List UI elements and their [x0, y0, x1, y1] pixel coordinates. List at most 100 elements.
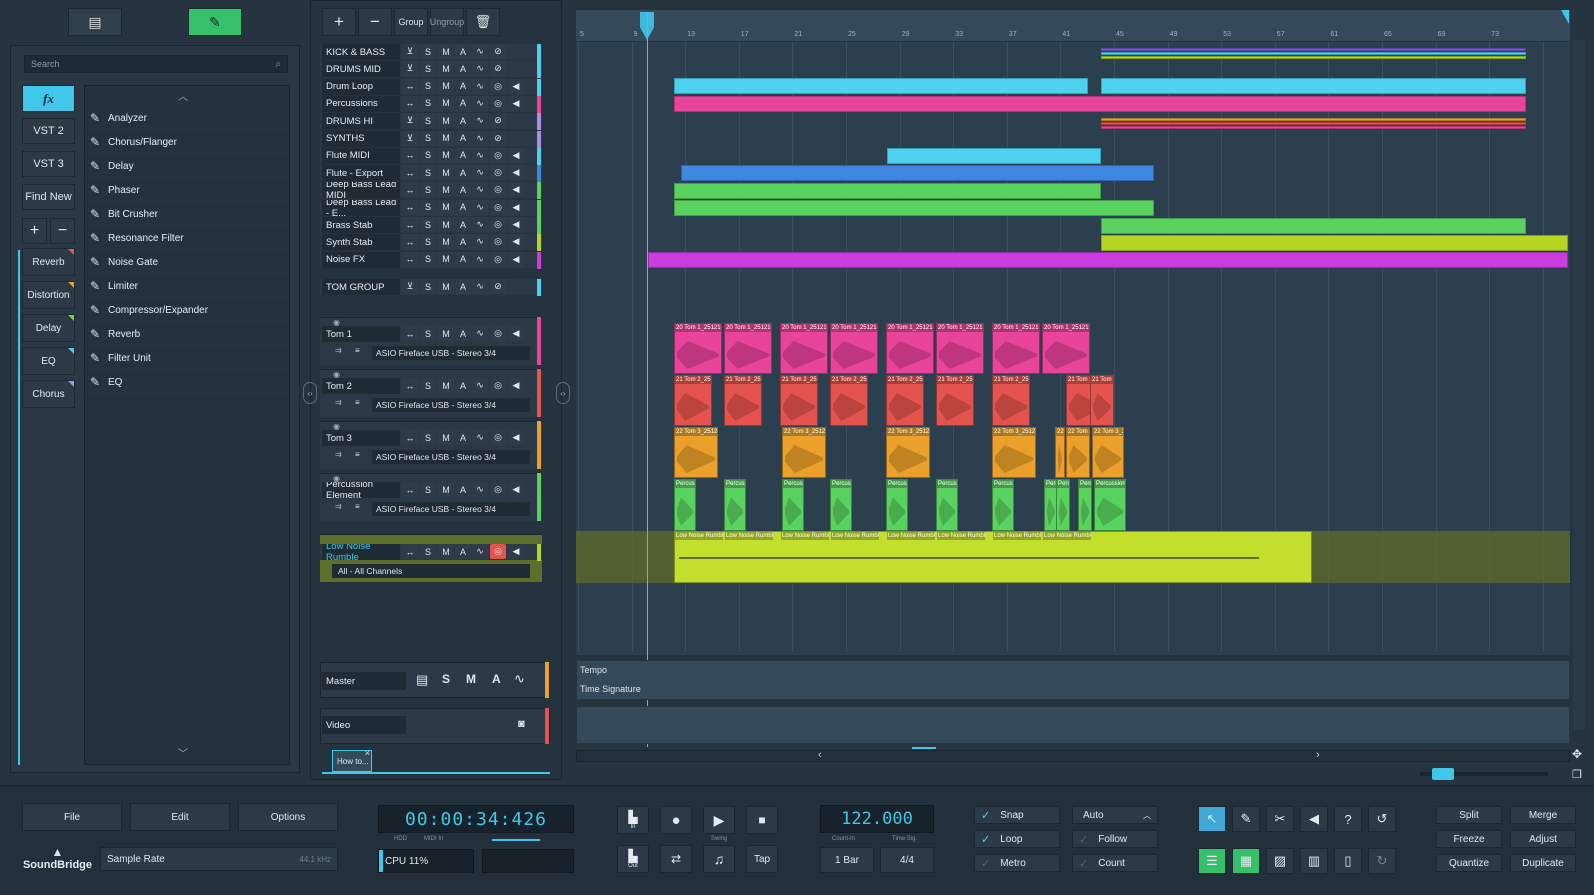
- collapse-left-handle[interactable]: ‹›: [303, 382, 317, 404]
- mute-button[interactable]: M: [438, 78, 454, 94]
- track-name[interactable]: DRUMS HI: [322, 113, 400, 130]
- device-view-button[interactable]: ▯: [1334, 848, 1362, 874]
- group-clip[interactable]: [1101, 56, 1526, 59]
- monitor-icon[interactable]: ⊘: [490, 113, 506, 129]
- curve-icon[interactable]: ∿: [472, 326, 488, 341]
- monitor-icon[interactable]: ◎: [490, 430, 506, 445]
- snap-toggle[interactable]: ✓ Snap: [974, 806, 1060, 824]
- curve-icon[interactable]: ∿: [472, 78, 488, 94]
- tom3-clip[interactable]: 22 Tom 3_25121: [674, 427, 718, 478]
- mute-button[interactable]: M: [438, 378, 454, 393]
- clip[interactable]: [1101, 218, 1526, 234]
- mute-button[interactable]: M: [438, 113, 454, 129]
- solo-button[interactable]: S: [420, 482, 436, 497]
- tom1-clip[interactable]: 20 Tom 1_251216: [886, 323, 934, 374]
- editor-view-button[interactable]: ▨: [1266, 848, 1294, 874]
- group-clip[interactable]: [1101, 118, 1526, 121]
- master-mute-button[interactable]: M: [466, 672, 476, 686]
- plugin-item[interactable]: ✎ Bit Crusher: [84, 203, 288, 226]
- curve-icon[interactable]: ∿: [472, 544, 488, 559]
- track-name[interactable]: Synth Stab: [322, 234, 400, 251]
- master-edit-icon[interactable]: ▤: [416, 672, 428, 688]
- speaker-icon[interactable]: ◀: [508, 482, 524, 497]
- group-clip[interactable]: [1101, 122, 1526, 125]
- tom3-clip[interactable]: 22 Tom 3_25121: [886, 427, 930, 478]
- percussion-clip[interactable]: Percussion Element: [724, 479, 746, 531]
- undo-button[interactable]: ↺: [1368, 806, 1396, 832]
- record-mode-icon[interactable]: ⊻: [402, 113, 418, 129]
- pencil-tool[interactable]: ✎: [1232, 806, 1260, 832]
- speaker-icon[interactable]: ◀: [508, 430, 524, 445]
- collapse-right-handle[interactable]: ‹›: [556, 382, 570, 404]
- input-monitor-button[interactable]: ▙ In: [617, 806, 649, 834]
- group-button[interactable]: Group: [394, 8, 428, 36]
- tom2-clip[interactable]: 21 Tom 2_2512: [992, 375, 1030, 426]
- merge-button[interactable]: Merge: [1510, 806, 1576, 824]
- options-menu[interactable]: Options: [238, 803, 338, 831]
- curve-icon[interactable]: ∿: [472, 217, 488, 232]
- mute-button[interactable]: M: [438, 544, 454, 559]
- record-mode-icon[interactable]: ↔: [402, 182, 418, 198]
- volume-slider[interactable]: [492, 839, 540, 841]
- search-input[interactable]: Search ⌕: [24, 55, 288, 73]
- percussion-clip[interactable]: Percussion Element: [1056, 479, 1070, 531]
- solo-button[interactable]: S: [420, 326, 436, 341]
- category-delay[interactable]: Delay: [22, 314, 75, 342]
- automation-button[interactable]: A: [455, 279, 471, 294]
- menu-icon[interactable]: ≡: [355, 398, 360, 407]
- automation-button[interactable]: A: [455, 199, 471, 215]
- solo-button[interactable]: S: [420, 430, 436, 445]
- curve-icon[interactable]: ∿: [472, 378, 488, 393]
- file-menu[interactable]: File: [22, 803, 122, 831]
- monitor-icon[interactable]: ◎: [490, 251, 506, 267]
- automation-button[interactable]: A: [455, 378, 471, 393]
- tom2-clip[interactable]: 21 Tom 2_2512: [674, 375, 712, 426]
- tab-vst3[interactable]: VST 3: [22, 151, 75, 177]
- solo-button[interactable]: S: [420, 113, 436, 129]
- tab-vst2[interactable]: VST 2: [22, 118, 75, 144]
- mute-tool[interactable]: ◀: [1300, 806, 1328, 832]
- mixer-view-button[interactable]: ▦: [1232, 848, 1260, 874]
- master-solo-button[interactable]: S: [442, 672, 450, 686]
- tom1-clip[interactable]: 20 Tom 1_251216: [992, 323, 1040, 374]
- mute-button[interactable]: M: [438, 130, 454, 146]
- solo-button[interactable]: S: [420, 78, 436, 94]
- speaker-icon[interactable]: ◀: [508, 147, 524, 163]
- tom2-clip[interactable]: 21 Tom 2_2512: [1090, 375, 1114, 426]
- record-mode-icon[interactable]: ↔: [402, 482, 418, 497]
- tom2-clip[interactable]: 21 Tom 2_2512: [936, 375, 974, 426]
- tracks-view-button[interactable]: ☰: [1198, 848, 1226, 874]
- tom2-clip[interactable]: 21 Tom 2_2512: [780, 375, 818, 426]
- tom3-clip[interactable]: 22 Tom 3_25121: [1092, 427, 1124, 478]
- tom3-clip[interactable]: 22 Tom 3_25121: [1066, 427, 1090, 478]
- solo-button[interactable]: S: [420, 44, 436, 59]
- record-mode-icon[interactable]: ↔: [402, 234, 418, 250]
- menu-icon[interactable]: ≡: [355, 450, 360, 459]
- quantize-button[interactable]: Quantize: [1436, 854, 1502, 872]
- plugin-item[interactable]: ✎ EQ: [84, 371, 288, 394]
- category-chorus[interactable]: Chorus: [22, 380, 75, 408]
- clip[interactable]: [681, 165, 1154, 181]
- tom1-clip[interactable]: 20 Tom 1_251216: [674, 323, 722, 374]
- menu-icon[interactable]: ≡: [355, 502, 360, 511]
- curve-icon[interactable]: ∿: [472, 61, 488, 77]
- track-name[interactable]: Percussions: [322, 95, 400, 112]
- speaker-icon[interactable]: ◀: [508, 326, 524, 341]
- percussion-clip[interactable]: Percussion Element: [830, 479, 852, 531]
- split-button[interactable]: Split: [1436, 806, 1502, 824]
- mute-button[interactable]: M: [438, 326, 454, 341]
- mute-button[interactable]: M: [438, 61, 454, 77]
- plugin-item[interactable]: ✎ Analyzer: [84, 107, 288, 130]
- solo-button[interactable]: S: [420, 182, 436, 198]
- close-icon[interactable]: ×: [365, 748, 370, 758]
- scissors-tool[interactable]: ✂: [1266, 806, 1294, 832]
- automation-button[interactable]: A: [455, 147, 471, 163]
- mute-button[interactable]: M: [438, 95, 454, 111]
- percussion-clip[interactable]: Percussion Element: [674, 479, 696, 531]
- record-mode-icon[interactable]: ↔: [402, 217, 418, 232]
- clip[interactable]: [887, 148, 1101, 164]
- menu-icon[interactable]: ≡: [355, 346, 360, 355]
- percussion-clip[interactable]: Percussion Element: [1094, 479, 1126, 531]
- category-eq[interactable]: EQ: [22, 347, 75, 375]
- pointer-tool[interactable]: ↖: [1198, 806, 1226, 832]
